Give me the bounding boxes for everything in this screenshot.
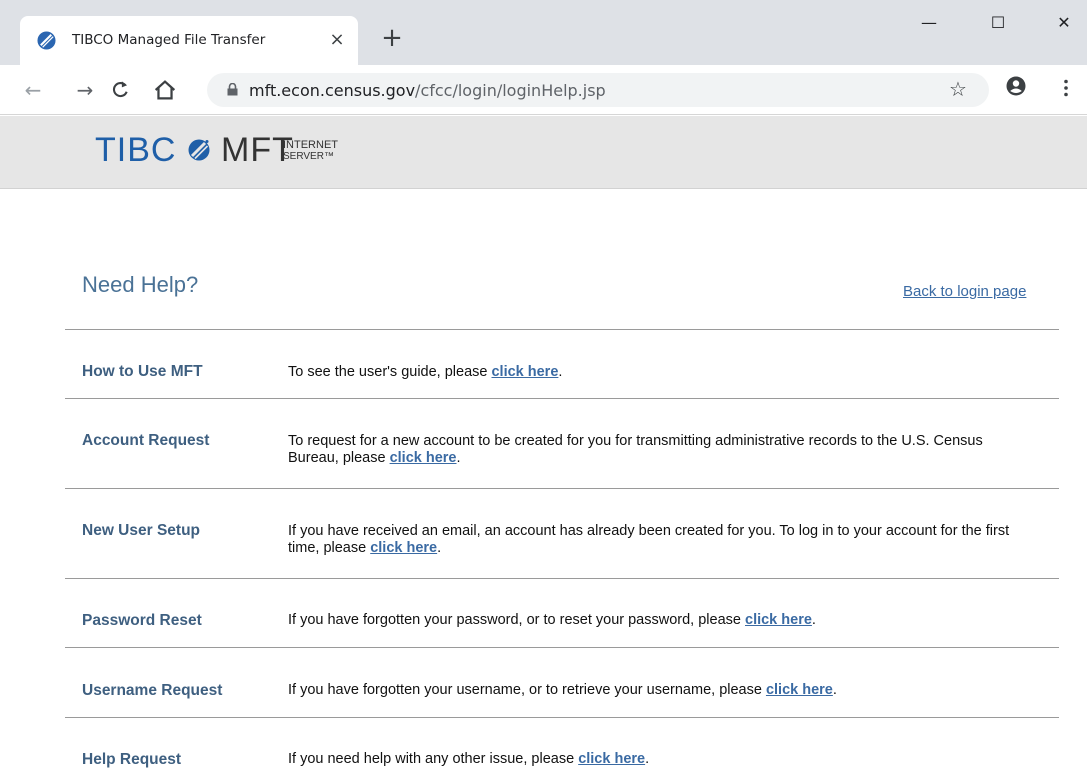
lock-icon[interactable] (227, 83, 238, 96)
row-text-before: If you have forgotten your username, or … (288, 682, 766, 698)
browser-toolbar: ← → mft.econ.census.gov/cfcc/login/login… (0, 65, 1087, 115)
row-text-after: . (645, 751, 650, 767)
divider (65, 578, 1059, 579)
new-tab-button[interactable]: + (378, 24, 406, 52)
account-request-link[interactable]: click here (390, 450, 457, 466)
window-close-button[interactable]: ✕ (1041, 6, 1087, 40)
row-text-before: If you have forgotten your password, or … (288, 612, 745, 628)
tab-close-icon[interactable]: × (327, 30, 347, 50)
row-text-after: . (456, 450, 461, 466)
username-request-link[interactable]: click here (766, 682, 833, 698)
reload-icon[interactable] (108, 77, 134, 103)
logo-sub-line2: SERVER™ (283, 151, 334, 162)
home-icon[interactable] (151, 76, 179, 104)
users-guide-link[interactable]: click here (491, 364, 558, 380)
menu-icon[interactable] (1058, 78, 1074, 98)
row-text-password-reset: If you have forgotten your password, or … (288, 612, 1028, 629)
url-text[interactable]: mft.econ.census.gov/cfcc/login/loginHelp… (249, 81, 606, 100)
divider (65, 647, 1059, 648)
tab-title: TIBCO Managed File Transfer (72, 32, 266, 48)
row-text-help-request: If you need help with any other issue, p… (288, 751, 1028, 768)
url-path: /cfcc/login/loginHelp.jsp (415, 81, 606, 100)
row-text-how-to-use: To see the user's guide, please click he… (288, 364, 1028, 381)
browser-tab[interactable]: TIBCO Managed File Transfer × (20, 16, 358, 65)
row-label-account-request: Account Request (82, 432, 210, 449)
new-user-setup-link[interactable]: click here (370, 540, 437, 556)
page-title: Need Help? (82, 272, 199, 297)
row-label-help-request: Help Request (82, 751, 182, 768)
row-label-username-request: Username Request (82, 682, 223, 699)
logo-tibco-text: TIBC (95, 131, 177, 169)
password-reset-link[interactable]: click here (745, 612, 812, 628)
window-maximize-button[interactable]: ☐ (975, 6, 1021, 40)
star-icon[interactable]: ☆ (947, 79, 969, 101)
back-arrow-icon[interactable]: ← (18, 75, 48, 105)
row-text-before: If you need help with any other issue, p… (288, 751, 579, 767)
row-text-after: . (811, 612, 816, 628)
row-label-password-reset: Password Reset (82, 612, 202, 629)
address-bar[interactable]: mft.econ.census.gov/cfcc/login/loginHelp… (207, 73, 989, 107)
row-text-before: To see the user's guide, please (288, 364, 492, 380)
tibco-logo-icon (188, 139, 210, 161)
logo-sub-line1: INTERNET (283, 139, 338, 151)
row-label-new-user-setup: New User Setup (82, 522, 201, 539)
row-text-username-request: If you have forgotten your username, or … (288, 682, 1028, 699)
divider (65, 717, 1059, 718)
help-request-link[interactable]: click here (578, 751, 645, 767)
window-minimize-button[interactable]: — (906, 6, 952, 40)
row-label-how-to-use: How to Use MFT (82, 363, 203, 380)
divider (65, 488, 1059, 489)
row-text-after: . (832, 682, 837, 698)
url-host: mft.econ.census.gov (249, 81, 416, 100)
row-text-new-user-setup: If you have received an email, an accoun… (288, 523, 1028, 557)
row-text-after: . (558, 364, 563, 380)
logo-subtitle: INTERNET SERVER™ (283, 139, 338, 163)
forward-arrow-icon[interactable]: → (70, 75, 100, 105)
row-text-after: . (437, 540, 442, 556)
divider (65, 398, 1059, 399)
back-to-login-link[interactable]: Back to login page (903, 283, 1026, 300)
tab-strip: TIBCO Managed File Transfer × + — ☐ ✕ (0, 0, 1087, 65)
divider (65, 329, 1059, 330)
site-header: TIBC MFT INTERNET SERVER™ (0, 116, 1087, 189)
tibco-favicon-icon (37, 31, 56, 50)
row-text-account-request: To request for a new account to be creat… (288, 433, 1028, 467)
profile-icon[interactable] (1006, 76, 1026, 96)
